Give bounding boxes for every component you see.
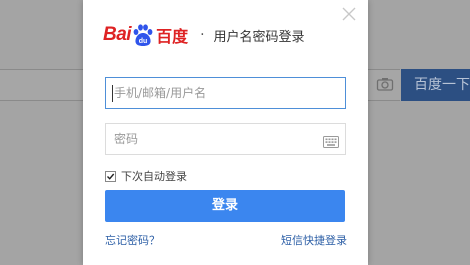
logo-text-bai: Bai <box>103 24 132 45</box>
text-caret <box>112 85 113 102</box>
sms-login-link[interactable]: 短信快捷登录 <box>281 232 347 248</box>
paw-icon: du <box>133 24 153 46</box>
login-button[interactable]: 登录 <box>105 190 345 222</box>
header-separator: · <box>200 27 205 43</box>
logo-text-du: du <box>139 38 148 45</box>
keyboard-icon[interactable] <box>323 133 339 148</box>
username-field[interactable] <box>105 77 346 109</box>
username-input[interactable] <box>106 78 345 108</box>
dialog-title: 用户名密码登录 <box>213 29 305 45</box>
close-icon[interactable] <box>341 6 357 22</box>
password-input[interactable] <box>106 124 345 154</box>
remember-me[interactable]: 下次自动登录 <box>105 169 187 183</box>
forgot-password-link[interactable]: 忘记密码？ <box>105 232 160 248</box>
remember-checkbox[interactable] <box>105 170 116 182</box>
baidu-logo: Bai du 百度 <box>103 21 188 49</box>
login-dialog: Bai du 百度 · 用户名密码登录 手机/邮箱/用户名 下次自动登录 登录 … <box>83 0 368 265</box>
remember-label: 下次自动登录 <box>121 170 187 183</box>
logo-text-cn: 百度 <box>156 27 189 46</box>
background-search-button: 百度一下 <box>401 69 470 101</box>
dialog-header: Bai du 百度 · 用户名密码登录 <box>103 21 305 49</box>
camera-icon <box>376 76 394 92</box>
check-icon <box>107 173 115 180</box>
password-field[interactable] <box>105 123 346 155</box>
